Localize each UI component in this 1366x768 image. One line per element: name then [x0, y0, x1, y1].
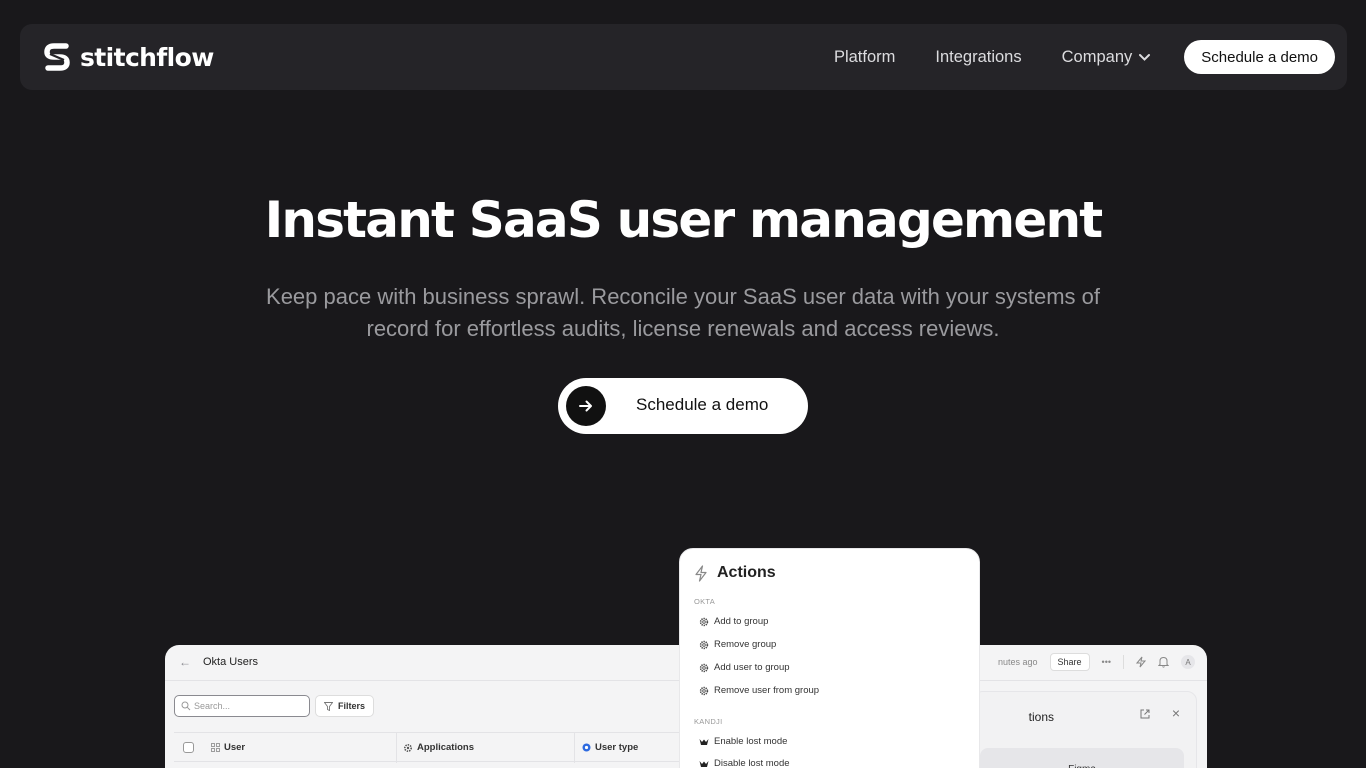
actions-header: Actions	[694, 564, 776, 582]
nav-schedule-demo-button[interactable]: Schedule a demo	[1184, 40, 1335, 74]
details-panel-title: tions	[1028, 710, 1054, 724]
nav-company-dropdown[interactable]: Company	[1062, 48, 1152, 67]
actions-title: Actions	[717, 564, 776, 581]
action-label: Disable lost mode	[714, 758, 790, 768]
hero-schedule-demo-button[interactable]: Schedule a demo	[558, 378, 808, 434]
select-all-checkbox[interactable]	[183, 742, 194, 753]
column-user-label: User	[224, 742, 246, 753]
toolbar-divider	[1123, 655, 1124, 669]
filters-button[interactable]: Filters	[315, 695, 375, 717]
search-icon	[181, 701, 191, 711]
column-user[interactable]: User	[211, 742, 245, 753]
action-label: Remove user from group	[714, 685, 820, 696]
section-kandji-label: KANDJI	[694, 717, 723, 726]
nav-integrations-link[interactable]: Integrations	[935, 48, 1021, 67]
kandji-icon	[699, 760, 709, 767]
lightning-icon[interactable]	[1136, 656, 1146, 668]
brand-logo[interactable]: stitchflow	[44, 42, 214, 72]
action-add-to-group[interactable]: Add to group	[699, 616, 768, 627]
chevron-down-icon	[1139, 53, 1151, 61]
lightning-icon	[695, 564, 707, 582]
external-link-icon[interactable]	[1139, 708, 1151, 720]
okta-gear-icon	[699, 663, 709, 672]
arrow-right-icon	[566, 386, 606, 426]
share-button[interactable]: Share	[1049, 653, 1090, 671]
user-avatar[interactable]: A	[1181, 655, 1195, 669]
okta-gear-icon	[699, 617, 709, 626]
action-remove-user-from-group[interactable]: Remove user from group	[699, 685, 819, 696]
bell-icon[interactable]	[1158, 656, 1169, 668]
app-card[interactable]: Figma	[980, 748, 1184, 768]
app-toolbar-right: nutes ago Share ••• A	[998, 653, 1195, 671]
search-placeholder: Search...	[194, 701, 231, 711]
grid-icon	[211, 743, 220, 752]
action-remove-group[interactable]: Remove group	[699, 639, 776, 650]
hero-title: Instant SaaS user management	[264, 191, 1104, 249]
column-applications[interactable]: Applications	[403, 742, 474, 753]
column-applications-label: Applications	[417, 742, 475, 753]
nav-company-label: Company	[1061, 47, 1133, 66]
stitchflow-logo-icon	[44, 43, 70, 71]
action-label: Enable lost mode	[714, 736, 788, 747]
okta-icon	[582, 743, 591, 752]
nav-links: Platform Integrations Company Schedule a…	[834, 40, 1335, 74]
action-add-user-to-group[interactable]: Add user to group	[699, 662, 790, 673]
hero-cta-label: Schedule a demo	[636, 395, 769, 414]
column-user-type-label: User type	[595, 742, 639, 753]
action-disable-lost-mode[interactable]: Disable lost mode	[699, 758, 790, 768]
action-label: Add to group	[714, 616, 769, 627]
column-divider	[396, 733, 397, 763]
search-input[interactable]: Search...	[174, 695, 310, 717]
okta-gear-icon	[699, 640, 709, 649]
kandji-icon	[699, 738, 709, 745]
column-user-type[interactable]: User type	[582, 742, 638, 753]
brand-name: stitchflow	[80, 42, 214, 72]
okta-gear-icon	[699, 686, 709, 695]
details-panel: tions × Figma	[973, 691, 1197, 768]
close-icon[interactable]: ×	[1172, 705, 1180, 721]
section-okta-label: OKTA	[694, 597, 716, 606]
nav-platform-link[interactable]: Platform	[834, 48, 895, 67]
app-page-title: Okta Users	[203, 656, 259, 668]
actions-menu: Actions OKTA Add to group Remove group A…	[679, 548, 980, 768]
updated-timestamp: nutes ago	[997, 657, 1038, 667]
hero-subtitle: Keep pace with business sprawl. Reconcil…	[266, 284, 1100, 341]
top-nav: stitchflow Platform Integrations Company…	[20, 24, 1347, 90]
more-options-icon[interactable]: •••	[1102, 657, 1111, 667]
filters-label: Filters	[338, 701, 366, 711]
action-enable-lost-mode[interactable]: Enable lost mode	[699, 736, 787, 747]
column-divider	[574, 733, 575, 763]
action-label: Add user to group	[714, 662, 790, 673]
filter-icon	[324, 702, 333, 711]
gear-icon	[403, 743, 413, 752]
action-label: Remove group	[714, 639, 777, 650]
back-arrow-icon[interactable]: ←	[179, 655, 191, 669]
